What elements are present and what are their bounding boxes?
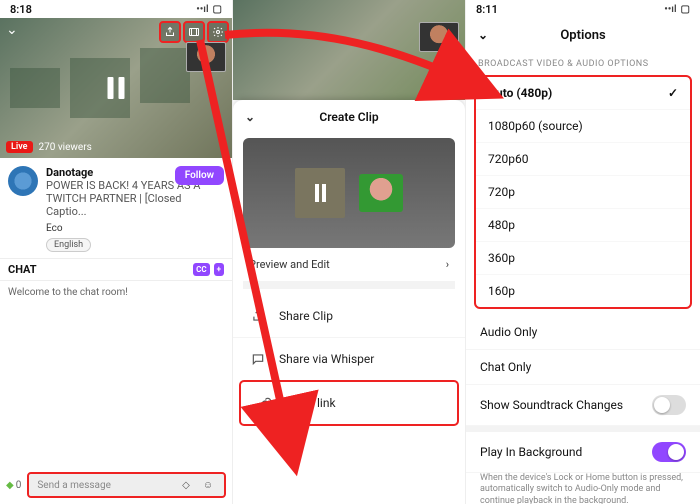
share-clip-row[interactable]: Share Clip — [233, 295, 465, 337]
emote-icon[interactable]: ☺ — [200, 477, 216, 493]
clip-icon[interactable] — [184, 22, 204, 42]
link-icon — [257, 394, 275, 412]
play-background-desc: When the device's Lock or Home button is… — [466, 473, 700, 504]
quality-1080p60[interactable]: 1080p60 (source) — [476, 110, 690, 143]
copy-link-label: Copy link — [287, 396, 336, 410]
quality-720p[interactable]: 720p — [476, 176, 690, 209]
stream-category[interactable]: Eco — [0, 223, 232, 238]
status-bar: 8:18 ••ıl ▢ — [0, 0, 232, 18]
video-player[interactable]: ⌄ Live 270 viewers — [0, 18, 232, 158]
share-whisper-row[interactable]: Share via Whisper — [233, 337, 465, 380]
options-panel: 8:11 ••ıl ▢ ⌄ Options BROADCAST VIDEO & … — [466, 0, 700, 504]
bits-count[interactable]: ◆0 — [6, 480, 21, 491]
quality-list: Auto (480p) ✓ 1080p60 (source) 720p60 72… — [474, 75, 692, 309]
chat-input-row: ◆0 Send a message ◇ ☺ — [6, 472, 226, 498]
section-broadcast-label: BROADCAST VIDEO & AUDIO OPTIONS — [466, 53, 700, 73]
quality-160p[interactable]: 160p — [476, 275, 690, 307]
chat-header-label: CHAT — [8, 263, 37, 276]
share-icon — [249, 307, 267, 325]
preview-edit-row[interactable]: Preview and Edit › — [243, 248, 455, 289]
viewer-count: 270 viewers — [39, 142, 92, 153]
status-time: 8:11 — [476, 3, 498, 16]
clip-preview[interactable] — [243, 138, 455, 248]
live-badge: Live — [6, 141, 33, 153]
status-bar: 8:11 ••ıl ▢ — [466, 0, 700, 18]
sheet-title: Create Clip — [319, 110, 378, 124]
collapse-icon[interactable]: ⌄ — [6, 22, 18, 38]
chat-body[interactable]: Welcome to the chat room! — [0, 281, 232, 471]
stream-info: Danotage POWER IS BACK! 4 YEARS AS A TWI… — [0, 158, 232, 223]
play-background-row[interactable]: Play In Background — [466, 432, 700, 473]
signal-icon: ••ıl — [664, 4, 676, 15]
chat-only-row[interactable]: Chat Only — [466, 350, 700, 385]
avatar[interactable] — [8, 166, 38, 196]
follow-button[interactable]: Follow — [175, 166, 224, 185]
toggle-soundtrack[interactable] — [652, 395, 686, 415]
pause-icon[interactable] — [108, 77, 125, 99]
show-soundtrack-row[interactable]: Show Soundtrack Changes — [466, 385, 700, 426]
battery-icon: ▢ — [213, 4, 222, 15]
battery-icon: ▢ — [681, 4, 690, 15]
chat-input[interactable]: Send a message ◇ ☺ — [27, 472, 226, 498]
share-whisper-label: Share via Whisper — [279, 352, 374, 366]
cc-badge[interactable]: CC — [193, 263, 209, 276]
preview-edit-label: Preview and Edit — [249, 258, 330, 271]
chat-header: CHAT CC + — [0, 258, 232, 281]
chat-expand-icon[interactable]: + — [214, 263, 224, 276]
chevron-right-icon: › — [446, 258, 449, 271]
status-time: 8:18 — [10, 3, 32, 16]
copy-link-row[interactable]: Copy link — [239, 380, 459, 426]
twitch-stream-panel: 8:18 ••ıl ▢ ⌄ — [0, 0, 233, 504]
whisper-icon — [249, 350, 267, 368]
quality-480p[interactable]: 480p — [476, 209, 690, 242]
share-icon[interactable] — [160, 22, 180, 42]
quality-auto[interactable]: Auto (480p) ✓ — [476, 77, 690, 110]
checkmark-icon: ✓ — [668, 86, 678, 100]
chat-placeholder: Send a message — [37, 480, 172, 491]
streamer-camera-pip — [419, 22, 459, 52]
gear-icon[interactable] — [208, 22, 228, 42]
share-clip-label: Share Clip — [279, 309, 333, 323]
diamond-icon[interactable]: ◇ — [178, 477, 194, 493]
tag-english[interactable]: English — [46, 238, 91, 252]
collapse-icon[interactable]: ⌄ — [478, 28, 488, 42]
pause-icon — [295, 168, 345, 218]
signal-icon: ••ıl — [196, 4, 208, 15]
create-clip-sheet: ⌄ Create Clip Preview and Edit › Share C… — [233, 100, 465, 504]
audio-only-row[interactable]: Audio Only — [466, 315, 700, 350]
chat-welcome-text: Welcome to the chat room! — [8, 287, 128, 298]
create-clip-panel: ⌄ Create Clip Preview and Edit › Share C… — [233, 0, 466, 504]
collapse-icon[interactable]: ⌄ — [245, 110, 255, 124]
quality-720p60[interactable]: 720p60 — [476, 143, 690, 176]
toggle-play-background[interactable] — [652, 442, 686, 462]
options-title: Options — [560, 28, 605, 43]
streamer-camera-pip — [186, 42, 226, 72]
quality-360p[interactable]: 360p — [476, 242, 690, 275]
clip-face-thumbnail — [359, 174, 403, 212]
